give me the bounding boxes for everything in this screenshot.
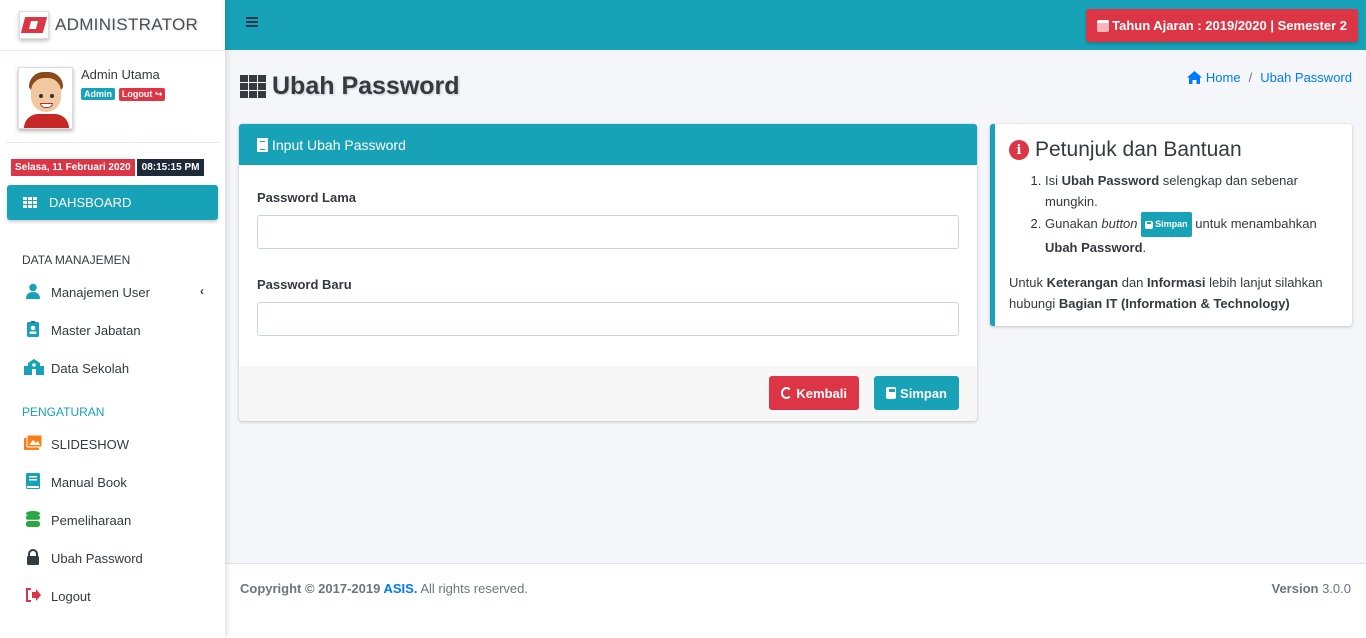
school-icon: [24, 358, 44, 378]
sidebar-item-data-sekolah[interactable]: Data Sekolah: [0, 349, 225, 387]
sidebar-item-dashboard[interactable]: DAHSBOARD: [7, 185, 218, 220]
lock-icon: [24, 548, 42, 568]
breadcrumb-current-link[interactable]: Ubah Password: [1260, 70, 1352, 85]
date-badge: Selasa, 11 Februari 2020: [11, 159, 135, 176]
undo-icon: [781, 387, 793, 399]
avatar: [18, 67, 73, 129]
hamburger-menu-icon[interactable]: [246, 17, 258, 29]
back-button[interactable]: Kembali: [769, 376, 859, 410]
help-note: Untuk Keterangan dan Informasi lebih lan…: [1009, 275, 1323, 311]
topbar: Tahun Ajaran : 2019/2020 | Semester 2: [225, 0, 1366, 50]
old-password-input[interactable]: [257, 215, 959, 249]
help-step: Gunakan button Simpan untuk menambahkan …: [1045, 212, 1340, 258]
help-steps: Isi Ubah Password selengkap dan sebenar …: [1009, 170, 1340, 258]
save-icon: [1145, 220, 1154, 229]
chevron-left-icon: ‹: [200, 284, 204, 298]
academic-year-label: Tahun Ajaran : 2019/2020 | Semester 2: [1112, 18, 1347, 33]
section-data-manajemen: DATA MANAJEMEN: [22, 253, 131, 267]
th-icon: [240, 75, 266, 98]
academic-year-button[interactable]: Tahun Ajaran : 2019/2020 | Semester 2: [1086, 9, 1358, 42]
sidebar-item-master-jabatan[interactable]: Master Jabatan: [0, 311, 225, 349]
sidebar-item-label: Manajemen User: [51, 284, 150, 300]
save-icon: [886, 387, 897, 399]
sidebar-item-logout[interactable]: Logout: [0, 577, 225, 615]
brand-link[interactable]: ADMINISTRATOR: [0, 0, 225, 51]
images-icon: [24, 434, 43, 453]
sidebar-item-label: SLIDESHOW: [51, 436, 130, 452]
th-icon: [23, 197, 37, 208]
sidebar-item-pemeliharaan[interactable]: Pemeliharaan: [0, 501, 225, 539]
card-footer: Kembali Simpan: [239, 366, 977, 421]
help-title: i Petunjuk dan Bantuan: [1009, 138, 1340, 162]
password-form-card: Input Ubah Password Password Lama Passwo…: [239, 124, 977, 421]
home-icon: [1186, 71, 1202, 84]
logout-badge[interactable]: Logout ↪: [118, 88, 166, 101]
sidebar-item-manual-book[interactable]: Manual Book: [0, 463, 225, 501]
role-badge: Admin: [81, 88, 115, 100]
sidebar-item-manajemen-user[interactable]: Manajemen User ‹: [0, 273, 225, 311]
info-circle-icon: i: [1009, 140, 1029, 160]
breadcrumb-separator: /: [1248, 70, 1253, 85]
sidebar: ADMINISTRATOR Admin Utama Admin Logout ↪…: [0, 0, 225, 638]
book-icon: [24, 472, 42, 492]
help-step: Isi Ubah Password selengkap dan sebenar …: [1045, 170, 1340, 212]
file-text-icon: [257, 137, 268, 152]
user-panel: Admin Utama Admin Logout ↪: [6, 51, 219, 143]
user-name: Admin Utama: [81, 67, 160, 82]
sidebar-item-label: Data Sekolah: [51, 360, 130, 376]
sidebar-item-label: Manual Book: [51, 474, 127, 490]
save-button[interactable]: Simpan: [874, 376, 959, 410]
version: Version 3.0.0: [1271, 581, 1352, 596]
section-pengaturan: PENGATURAN: [22, 405, 105, 419]
time-badge: 08:15:15 PM: [136, 159, 205, 176]
card-body: Password Lama Password Baru: [239, 165, 977, 366]
sidebar-item-ubah-password[interactable]: Ubah Password: [0, 539, 225, 577]
brand-footer-link[interactable]: ASIS.: [383, 581, 417, 596]
user-icon: [24, 283, 42, 302]
sidebar-item-label: Ubah Password: [51, 550, 143, 566]
id-badge-icon: [24, 320, 42, 340]
calendar-icon: [1097, 19, 1110, 32]
sign-out-icon: ↪: [154, 89, 163, 99]
card-title: Input Ubah Password: [272, 136, 406, 153]
sidebar-item-label: Pemeliharaan: [51, 512, 132, 528]
breadcrumb: Home / Ubah Password: [1186, 70, 1352, 85]
copyright: Copyright © 2017-2019 ASIS. All rights r…: [240, 581, 528, 596]
sidebar-item-label: DAHSBOARD: [49, 195, 132, 210]
inline-save-button: Simpan: [1141, 212, 1192, 237]
old-password-label: Password Lama: [257, 190, 356, 205]
datetime: Selasa, 11 Februari 2020 08:15:15 PM: [11, 159, 225, 176]
new-password-input[interactable]: [257, 302, 959, 336]
help-callout: i Petunjuk dan Bantuan Isi Ubah Password…: [990, 124, 1352, 326]
card-header: Input Ubah Password: [239, 124, 977, 165]
new-password-label: Password Baru: [257, 277, 352, 292]
sidebar-item-label: Master Jabatan: [51, 322, 141, 338]
brand-logo: [19, 11, 49, 39]
page-title: Ubah Password: [240, 72, 460, 101]
sidebar-item-label: Logout: [51, 588, 91, 604]
sidebar-item-slideshow[interactable]: SLIDESHOW: [0, 425, 225, 463]
sign-out-icon: [24, 587, 42, 605]
brand-name: ADMINISTRATOR: [55, 15, 199, 34]
breadcrumb-home-link[interactable]: Home: [1206, 70, 1241, 85]
footer: Copyright © 2017-2019 ASIS. All rights r…: [225, 563, 1366, 638]
database-icon: [24, 510, 42, 530]
